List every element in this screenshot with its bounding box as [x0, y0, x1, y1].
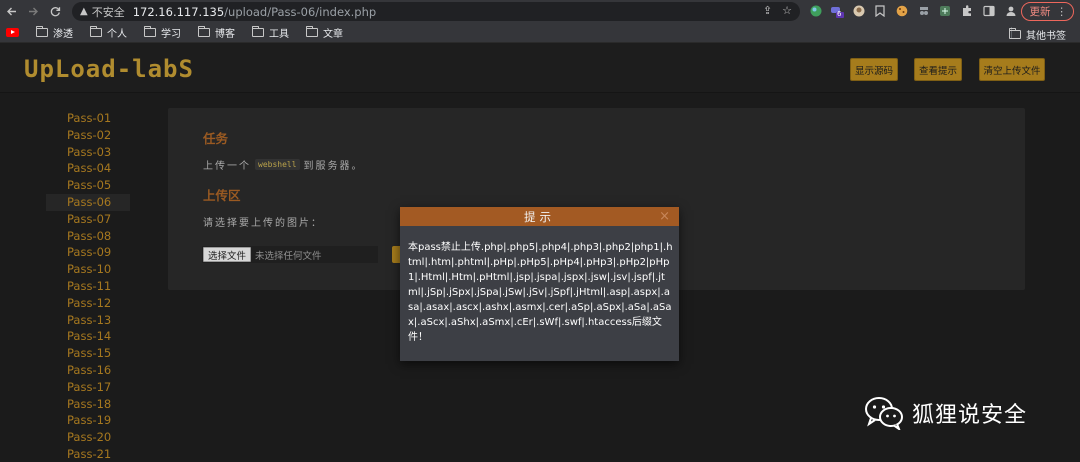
select-image-label: 请选择要上传的图片： — [203, 218, 323, 229]
dialog-message: 本pass禁止上传.php|.php5|.php4|.php3|.php2|ph… — [408, 242, 673, 343]
sidebar-item-pass-12[interactable]: Pass-12 — [46, 295, 130, 312]
cookie-extension-icon[interactable] — [894, 3, 910, 19]
watermark-text: 狐狸说安全 — [912, 403, 1028, 428]
task-text-before: 上传一个 — [203, 161, 251, 172]
watermark: 狐狸说安全 — [864, 396, 1027, 430]
other-bookmarks-label: 其他书签 — [1026, 31, 1066, 42]
wechat-icon — [865, 397, 903, 430]
sidebar-item-pass-13[interactable]: Pass-13 — [46, 312, 130, 329]
close-icon[interactable]: × — [659, 209, 670, 224]
share-icon[interactable]: ⇪ — [763, 4, 772, 17]
network-extension-icon[interactable] — [937, 3, 953, 19]
sidebar-item-pass-18[interactable]: Pass-18 — [46, 396, 130, 413]
bookmark-label: 文章 — [323, 29, 343, 40]
bookmark-folder[interactable]: 工具 — [251, 25, 289, 40]
sidebar-item-pass-08[interactable]: Pass-08 — [46, 228, 130, 245]
extension-badge-icon[interactable]: 6 — [829, 3, 845, 19]
sidebar-item-pass-16[interactable]: Pass-16 — [46, 362, 130, 379]
sidebar-item-pass-17[interactable]: Pass-17 — [46, 379, 130, 396]
bookmark-extension-icon[interactable] — [872, 3, 888, 19]
pass-sidebar: Pass-01 Pass-02 Pass-03 Pass-04 Pass-05 … — [46, 110, 130, 462]
sidebar-item-pass-07[interactable]: Pass-07 — [46, 211, 130, 228]
reload-icon[interactable] — [44, 0, 66, 23]
sidebar-item-pass-21[interactable]: Pass-21 — [46, 446, 130, 462]
bookmark-star-icon[interactable]: ☆ — [782, 4, 792, 17]
folder-icon — [35, 26, 48, 37]
task-text-after: 到服务器。 — [303, 161, 364, 172]
file-placeholder: 未选择任何文件 — [255, 250, 322, 262]
site-logo[interactable]: UpLoad-labS — [24, 55, 194, 83]
folder-icon — [197, 26, 210, 37]
spy-extension-icon[interactable] — [916, 3, 932, 19]
show-source-button[interactable]: 显示源码 — [850, 58, 898, 81]
sidebar-item-pass-02[interactable]: Pass-02 — [46, 127, 130, 144]
bookmark-folder[interactable]: 学习 — [143, 25, 181, 40]
dialog-header: 提示 × — [400, 207, 679, 226]
bookmark-youtube[interactable] — [6, 28, 19, 37]
bookmark-folder[interactable]: 个人 — [89, 25, 127, 40]
bookmark-label: 渗透 — [53, 29, 73, 40]
folder-icon — [251, 26, 264, 37]
bookmark-folder[interactable]: 文章 — [305, 25, 343, 40]
warning-icon: ▲ — [80, 6, 88, 17]
sidebar-item-pass-06[interactable]: Pass-06 — [46, 193, 130, 211]
sidebar-item-pass-15[interactable]: Pass-15 — [46, 345, 130, 362]
forward-icon[interactable] — [22, 0, 44, 23]
dialog-title: 提示 — [524, 209, 555, 224]
puzzle-icon[interactable] — [959, 3, 975, 19]
sidebar-item-pass-14[interactable]: Pass-14 — [46, 328, 130, 345]
browser-toolbar: ▲ 不安全 172.16.117.135 /upload/Pass-06/ind… — [0, 0, 1080, 23]
sidebar-item-pass-19[interactable]: Pass-19 — [46, 412, 130, 429]
sidebar-item-pass-09[interactable]: Pass-09 — [46, 244, 130, 261]
url-path: /upload/Pass-06/index.php — [224, 4, 377, 19]
site-header: UpLoad-labS 显示源码 查看提示 清空上传文件 — [0, 43, 1080, 93]
update-label: 更新 — [1029, 6, 1051, 18]
task-title: 任务 — [203, 131, 229, 146]
profile-icon[interactable] — [1003, 3, 1019, 19]
bookmark-folder[interactable]: 博客 — [197, 25, 235, 40]
bookmark-label: 个人 — [107, 29, 127, 40]
task-description: 上传一个 webshell 到服务器。 — [203, 157, 364, 172]
bookmarks-bar: 渗透 个人 学习 博客 工具 文章 其他书签 — [0, 23, 1080, 43]
folder-icon — [1008, 28, 1021, 39]
globe-extension-icon[interactable] — [808, 3, 824, 19]
bookmark-folder[interactable]: 渗透 — [35, 25, 73, 40]
folder-icon — [305, 26, 318, 37]
sidebar-item-pass-05[interactable]: Pass-05 — [46, 177, 130, 194]
sidebar-item-pass-10[interactable]: Pass-10 — [46, 261, 130, 278]
youtube-icon — [6, 28, 19, 37]
sidebar-item-pass-11[interactable]: Pass-11 — [46, 278, 130, 295]
back-icon[interactable] — [0, 0, 22, 23]
sidebar-item-pass-01[interactable]: Pass-01 — [46, 110, 130, 127]
upload-title: 上传区 — [203, 188, 241, 203]
clear-uploads-button[interactable]: 清空上传文件 — [979, 58, 1045, 81]
address-bar[interactable]: ▲ 不安全 172.16.117.135 /upload/Pass-06/ind… — [72, 2, 800, 21]
avatar-extension-icon[interactable] — [851, 3, 867, 19]
bookmark-label: 博客 — [215, 29, 235, 40]
bookmark-label: 学习 — [161, 29, 181, 40]
insecure-label: 不安全 — [91, 5, 125, 19]
sidebar-item-pass-20[interactable]: Pass-20 — [46, 429, 130, 446]
folder-icon — [89, 26, 102, 37]
view-hint-button[interactable]: 查看提示 — [914, 58, 962, 81]
file-input[interactable]: 选择文件 未选择任何文件 — [202, 246, 378, 263]
update-button[interactable]: 更新 ⋮ — [1020, 2, 1074, 21]
sidebar-item-pass-03[interactable]: Pass-03 — [46, 144, 130, 161]
sidebar-item-pass-04[interactable]: Pass-04 — [46, 160, 130, 177]
other-bookmarks[interactable]: 其他书签 — [1008, 27, 1066, 42]
choose-file-button[interactable]: 选择文件 — [203, 247, 252, 262]
folder-icon — [143, 26, 156, 37]
bookmark-label: 工具 — [269, 29, 289, 40]
more-icon[interactable]: ⋮ — [1057, 6, 1068, 18]
url-host: 172.16.117.135 — [132, 4, 225, 19]
extension-badge-count: 6 — [837, 10, 842, 18]
upload-button[interactable] — [392, 246, 400, 263]
task-code: webshell — [255, 159, 300, 170]
hint-dialog: 提示 × 本pass禁止上传.php|.php5|.php4|.php3|.ph… — [400, 207, 679, 361]
sidepanel-icon[interactable] — [981, 3, 997, 19]
